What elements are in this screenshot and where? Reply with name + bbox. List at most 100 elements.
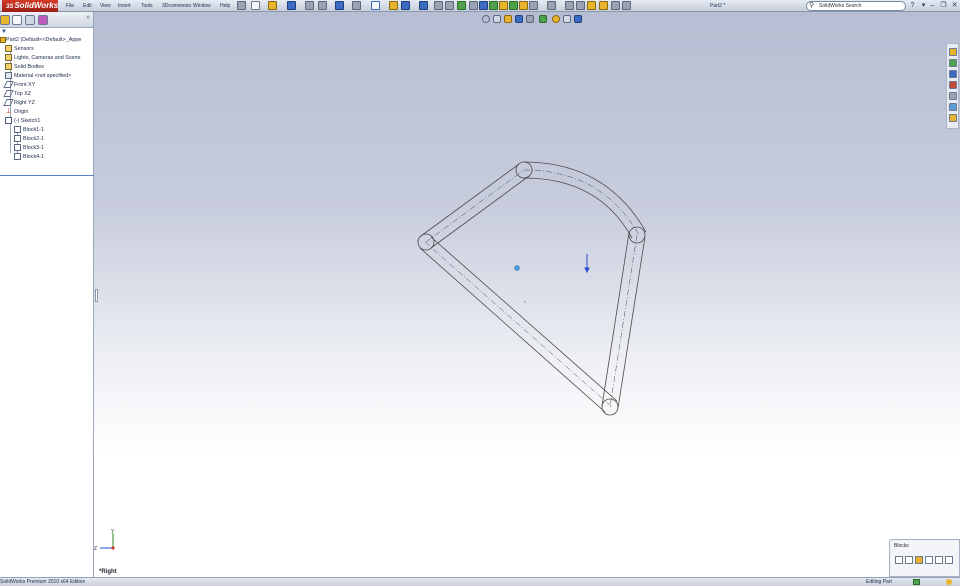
rectangle-tool-icon[interactable] (489, 1, 498, 10)
sketch-block-link-3[interactable] (523, 161, 647, 239)
menu-view[interactable]: View (100, 0, 111, 12)
restore-icon[interactable]: ❐ (939, 1, 948, 10)
rebuild-icon[interactable] (389, 1, 398, 10)
property-manager-tab-icon[interactable] (12, 15, 22, 25)
pivot-joint-bottom[interactable] (601, 398, 619, 416)
menu-3dconnexion[interactable]: 3Dconnexion (162, 0, 191, 12)
print-icon[interactable] (305, 1, 314, 10)
open-folder-icon[interactable] (268, 1, 277, 10)
tree-item-label: Sensors (14, 46, 34, 52)
file-properties-icon[interactable] (401, 1, 410, 10)
options-icon[interactable] (419, 1, 428, 10)
menu-file[interactable]: File (66, 0, 74, 12)
add-remove-block-icon[interactable] (925, 556, 933, 564)
expand-panel-icon[interactable]: » (86, 14, 90, 21)
select-arrow-icon[interactable] (371, 1, 380, 10)
sensor-icon (5, 45, 12, 53)
panel-divider (0, 175, 94, 176)
tree-filter[interactable]: ▼ (0, 28, 93, 36)
fillet-tool-icon[interactable] (622, 1, 631, 10)
tree-item-top-plane[interactable]: Top XZ (3, 90, 93, 99)
feature-manager-tab-icon[interactable] (0, 15, 10, 25)
tree-item-block3[interactable]: Block3-1 (14, 144, 93, 153)
make-block-icon[interactable] (895, 556, 903, 564)
menu-tools[interactable]: Tools (141, 0, 153, 12)
new-document-icon[interactable] (251, 1, 260, 10)
tree-item-solid-bodies[interactable]: Solid Bodies (5, 63, 93, 72)
sketch-canvas[interactable] (94, 12, 960, 577)
revolve-tool-icon[interactable] (599, 1, 608, 10)
pattern-tool-icon[interactable] (547, 1, 556, 10)
tree-item-sensors[interactable]: Sensors (5, 45, 93, 54)
sketch-tool-icon[interactable] (434, 1, 443, 10)
rebuild-status-icon[interactable] (913, 579, 920, 585)
tree-item-block4[interactable]: Block4-1 (14, 153, 93, 162)
print-preview-icon[interactable] (318, 1, 327, 10)
blocks-toolbar: Blocks (889, 539, 960, 577)
configuration-manager-tab-icon[interactable] (25, 15, 35, 25)
sketch-icon (5, 117, 12, 125)
mirror-tool-icon[interactable] (529, 1, 538, 10)
tree-root-part[interactable]: Part2 (Default<<Default>_Appe (0, 36, 93, 45)
undo-icon[interactable] (335, 1, 344, 10)
pin-icon[interactable] (237, 1, 246, 10)
tree-item-origin[interactable]: ⊥ Origin (5, 108, 93, 117)
tree-item-lights[interactable]: Lights, Cameras and Scene (5, 54, 93, 63)
help-dropdown-icon[interactable]: ▾ (919, 1, 928, 10)
cut-tool-icon[interactable] (611, 1, 620, 10)
sketch-origin-point[interactable] (514, 265, 520, 271)
lights-icon (5, 54, 12, 62)
tree-item-label: Block3-1 (23, 145, 44, 151)
line-tool-icon[interactable] (445, 1, 454, 10)
circle-tool-icon[interactable] (457, 1, 466, 10)
material-icon (5, 72, 12, 80)
menu-edit[interactable]: Edit (83, 0, 92, 12)
tree-item-material[interactable]: Material <not specified> (5, 72, 93, 81)
status-bar: SolidWorks Premium 2010 x64 Edition Edit… (0, 577, 960, 586)
save-icon[interactable] (287, 1, 296, 10)
center-dot (524, 301, 526, 303)
spline-tool-icon[interactable] (479, 1, 488, 10)
tree-item-right-plane[interactable]: Right YZ (3, 99, 93, 108)
arc-tool-icon[interactable] (469, 1, 478, 10)
plane-tool-icon[interactable] (576, 1, 585, 10)
logo-text: SolidWorks (14, 1, 59, 10)
view-orientation-label: *Right (99, 569, 117, 575)
block-icon (14, 126, 21, 134)
relations-tool-icon[interactable] (509, 1, 518, 10)
sketch-children: Block1-1 Block2-1 Block3-1 Block4-1 (5, 126, 93, 162)
search-input[interactable]: ⚲ SolidWorks Search (806, 1, 906, 11)
tree-item-label: Origin (14, 109, 29, 115)
trim-tool-icon[interactable] (519, 1, 528, 10)
sketch-block-link-2[interactable] (420, 163, 530, 249)
tree-item-label: Block2-1 (23, 136, 44, 142)
origin-icon: ⊥ (5, 108, 12, 116)
explode-block-icon[interactable] (945, 556, 953, 564)
menu-insert[interactable]: Insert (118, 0, 131, 12)
edit-block-icon[interactable] (905, 556, 913, 564)
dimension-tool-icon[interactable] (499, 1, 508, 10)
graphics-area[interactable]: Y Z *Right Blocks (94, 12, 960, 577)
solidworks-logo[interactable]: 3SSolidWorks (2, 0, 58, 12)
block-icon (14, 144, 21, 152)
dimxpert-tab-icon[interactable] (38, 15, 48, 25)
redo-icon[interactable] (352, 1, 361, 10)
notification-icon[interactable] (946, 579, 952, 585)
menu-window[interactable]: Window (193, 0, 211, 12)
tree-item-front-plane[interactable]: Front XY (3, 81, 93, 90)
measure-tool-icon[interactable] (565, 1, 574, 10)
insert-block-icon[interactable] (915, 556, 923, 564)
minimize-icon[interactable]: – (928, 1, 937, 10)
extrude-tool-icon[interactable] (587, 1, 596, 10)
tree-item-sketch1[interactable]: (-) Sketch1 (5, 117, 93, 126)
close-icon[interactable]: ✕ (950, 1, 959, 10)
menu-help[interactable]: Help (220, 0, 230, 12)
sketch-block-link-4[interactable] (601, 232, 646, 409)
tree-item-label: Block4-1 (23, 154, 44, 160)
rebuild-block-icon[interactable] (935, 556, 943, 564)
tree-item-block1[interactable]: Block1-1 (14, 126, 93, 135)
help-icon[interactable]: ? (908, 1, 917, 10)
panel-collapse-handle[interactable] (95, 289, 98, 302)
title-bar: 3SSolidWorks File Edit View Insert Tools… (0, 0, 960, 12)
tree-item-block2[interactable]: Block2-1 (14, 135, 93, 144)
